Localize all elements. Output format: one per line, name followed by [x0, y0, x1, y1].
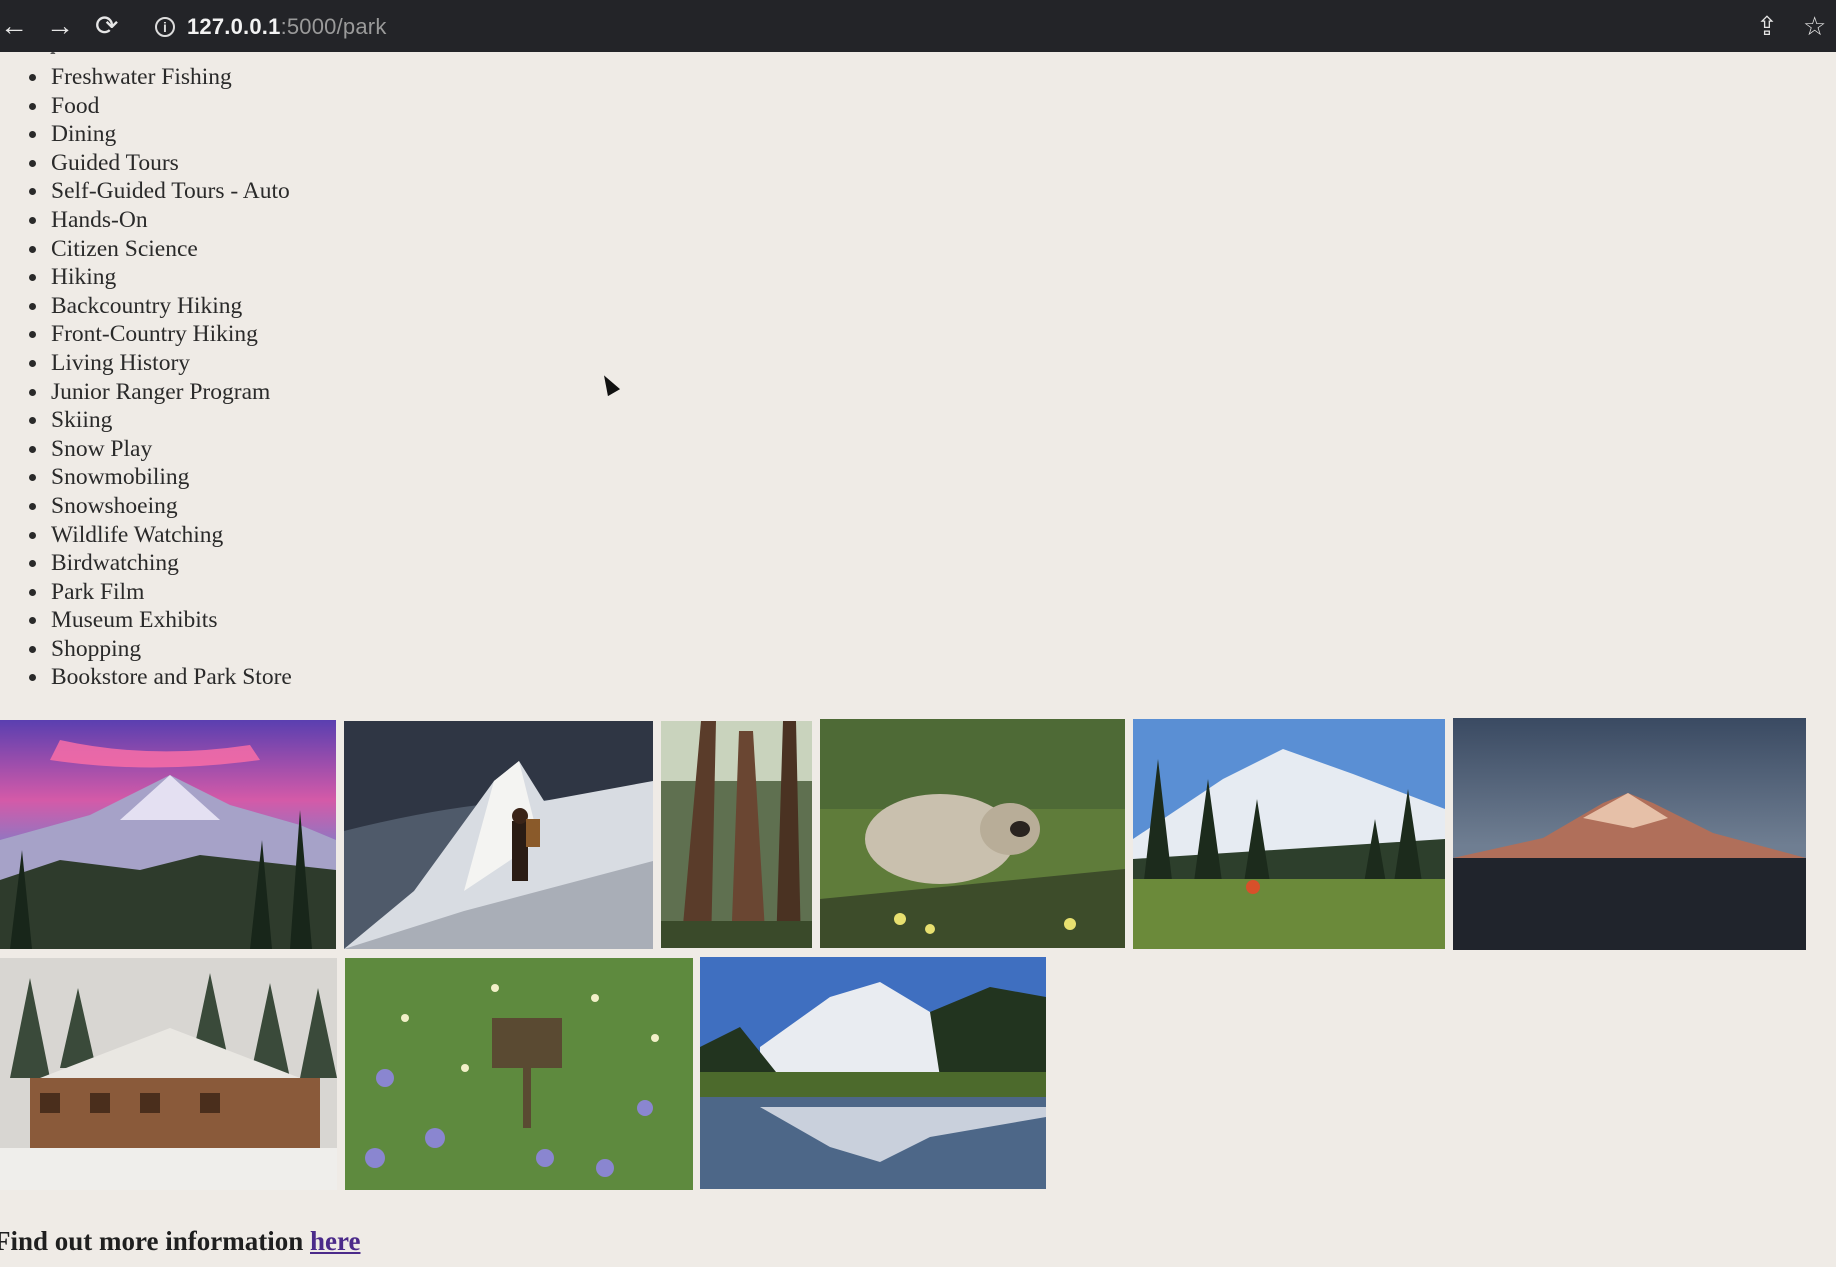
- list-item: Citizen Science: [49, 235, 292, 264]
- mouse-cursor-icon: [597, 371, 621, 397]
- list-item: Hiking: [49, 263, 292, 292]
- list-item: Birdwatching: [49, 549, 292, 578]
- more-info-label: Find out more information: [0, 1226, 310, 1256]
- activities-list: Freshwater Fishing Food Dining Guided To…: [0, 63, 292, 692]
- list-item: Snowshoeing: [49, 492, 292, 521]
- clipped-list-item: • ▬▬▬▬: [49, 44, 150, 54]
- list-item: Food: [49, 92, 292, 121]
- park-photo-marmot[interactable]: [820, 719, 1125, 948]
- park-photo-forest-trees[interactable]: [661, 721, 812, 948]
- list-item: Living History: [49, 349, 292, 378]
- reload-icon[interactable]: ⟳: [95, 8, 118, 44]
- list-item: Freshwater Fishing: [49, 63, 292, 92]
- park-photo-lodge-winter[interactable]: [0, 958, 337, 1190]
- park-photo-lake-reflection[interactable]: [700, 957, 1046, 1189]
- list-item: Shopping: [49, 635, 292, 664]
- list-item: Wildlife Watching: [49, 521, 292, 550]
- list-item: Park Film: [49, 578, 292, 607]
- list-item: Self-Guided Tours - Auto: [49, 177, 292, 206]
- list-item: Bookstore and Park Store: [49, 663, 292, 692]
- list-item: Dining: [49, 120, 292, 149]
- back-arrow-icon[interactable]: ←: [0, 8, 28, 44]
- list-item: Junior Ranger Program: [49, 378, 292, 407]
- url-host: 127.0.0.1: [187, 14, 281, 39]
- share-icon[interactable]: ⇪: [1756, 8, 1778, 44]
- url-text: 127.0.0.1:5000/park: [187, 14, 387, 40]
- park-photo-hiker-snow[interactable]: [344, 721, 653, 949]
- park-photo-mountain-dusk[interactable]: [1453, 718, 1806, 950]
- more-info-link[interactable]: here: [310, 1226, 360, 1256]
- more-info-text: Find out more information here: [0, 1226, 360, 1257]
- address-bar[interactable]: i 127.0.0.1:5000/park: [155, 12, 387, 42]
- list-item: Museum Exhibits: [49, 606, 292, 635]
- url-path: :5000/park: [280, 14, 387, 39]
- list-item: Front-Country Hiking: [49, 320, 292, 349]
- park-photo-meadow-hiker[interactable]: [1133, 719, 1445, 949]
- bookmark-star-icon[interactable]: ☆: [1803, 8, 1826, 44]
- list-item: Backcountry Hiking: [49, 292, 292, 321]
- list-item: Guided Tours: [49, 149, 292, 178]
- list-item: Snow Play: [49, 435, 292, 464]
- list-item: Hands-On: [49, 206, 292, 235]
- site-info-icon[interactable]: i: [155, 17, 175, 37]
- list-item: Snowmobiling: [49, 463, 292, 492]
- park-photo-wildflowers-sign[interactable]: [345, 958, 693, 1190]
- browser-toolbar: ← → ⟳ i 127.0.0.1:5000/park ⇪ ☆: [0, 0, 1836, 52]
- forward-arrow-icon[interactable]: →: [46, 8, 74, 44]
- list-item: Skiing: [49, 406, 292, 435]
- park-photo-mountain-sunset[interactable]: [0, 720, 336, 949]
